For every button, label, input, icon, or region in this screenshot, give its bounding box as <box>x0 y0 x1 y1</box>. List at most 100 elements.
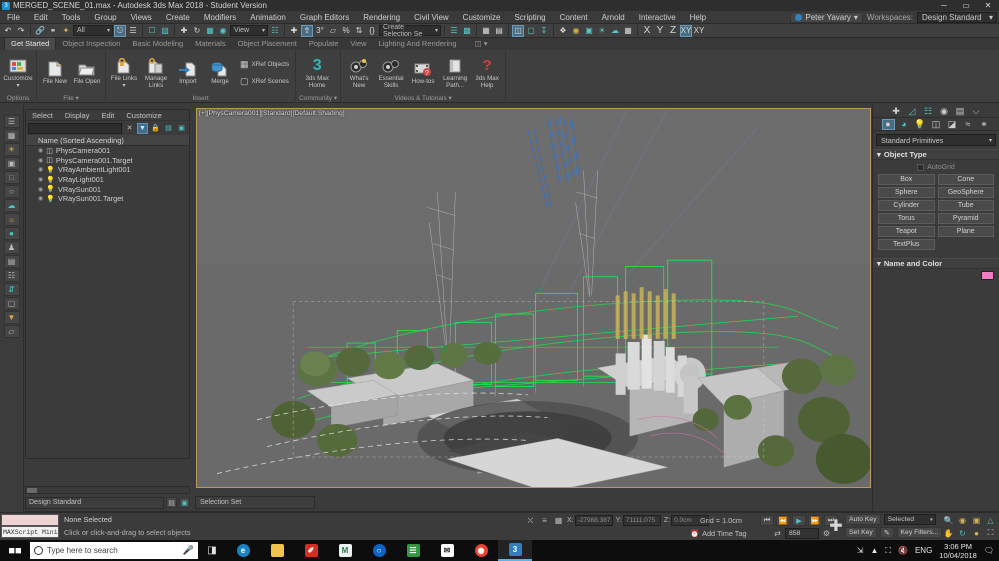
maximize-viewport-toggle-icon[interactable]: ⛶ <box>984 527 997 539</box>
cone-button[interactable]: Cone <box>938 174 995 185</box>
search-input[interactable]: Type here to search 🎤 <box>30 542 198 559</box>
menu-help[interactable]: Help <box>683 11 713 24</box>
taskbar-app-pdf[interactable]: ✐ <box>294 540 328 561</box>
scrollbar-thumb[interactable] <box>27 488 37 493</box>
coordinate-x-field[interactable]: -27988.387 <box>575 515 613 526</box>
previous-frame-button[interactable]: ⏪ <box>776 515 790 526</box>
display-tab[interactable]: ▤ <box>954 106 967 117</box>
xref-scenes-button[interactable]: ▢ XRef Scenes <box>237 74 292 89</box>
systems-icon[interactable]: ⚭ <box>978 119 991 130</box>
select-and-link-icon[interactable]: 🔗 <box>34 25 46 37</box>
axis-constraint-xy2-button[interactable]: XY <box>693 25 705 37</box>
render-production-icon[interactable]: ☁ <box>609 25 621 37</box>
file-new-button[interactable]: File New <box>40 59 70 87</box>
spacing-tool-icon[interactable]: ⇵ <box>4 283 20 296</box>
visibility-icon[interactable]: ◉ <box>38 147 43 154</box>
menu-civil-view[interactable]: Civil View <box>407 11 456 24</box>
absolute-relative-mode-icon[interactable]: ≡ <box>539 515 550 526</box>
visibility-icon[interactable]: ◉ <box>38 157 43 164</box>
angle-snap-toggle-icon[interactable]: 3° <box>314 25 326 37</box>
cameras-icon[interactable]: ◫ <box>930 119 943 130</box>
named-selection-set-input[interactable]: Create Selection Se ▾ <box>379 25 441 36</box>
render-setup-icon[interactable]: ▣ <box>583 25 595 37</box>
ribbon-tab-object-inspection[interactable]: Object Inspection <box>56 38 126 50</box>
taskbar-app-mail[interactable]: ✉ <box>430 540 464 561</box>
file-links-button[interactable]: File Links ▾ <box>109 56 139 90</box>
viewport-label[interactable]: [+][PhysCamera001][Standard][Default Sha… <box>199 110 345 117</box>
modify-tab[interactable]: ◿ <box>906 106 919 117</box>
scene-explorer-column-header[interactable]: Name (Sorted Ascending) <box>26 135 189 146</box>
scene-explorer-menu-display[interactable]: Display <box>59 111 96 120</box>
list-item[interactable]: ◉ 💡 VRaySun001.Target <box>26 194 189 204</box>
visibility-icon[interactable]: ◉ <box>38 166 43 173</box>
add-layer-icon[interactable]: ▣ <box>179 497 190 508</box>
array-icon[interactable]: ☷ <box>4 269 20 282</box>
walkthrough-icon[interactable]: ● <box>970 527 983 539</box>
task-view-button[interactable]: ◨ <box>198 540 226 561</box>
menu-customize[interactable]: Customize <box>456 11 508 24</box>
scene-explorer-menu-customize[interactable]: Customize <box>120 111 167 120</box>
clear-search-icon[interactable]: ✕ <box>124 123 135 134</box>
list-item[interactable]: ◉ 💡 VRayLight001 <box>26 175 189 185</box>
select-and-scale-icon[interactable]: ▦ <box>204 25 216 37</box>
ribbon-tab-object-placement[interactable]: Object Placement <box>232 38 303 50</box>
menu-rendering[interactable]: Rendering <box>356 11 407 24</box>
project-folder-icon[interactable]: ❖ <box>557 25 569 37</box>
layer-icon[interactable]: ▤ <box>166 497 177 508</box>
undo-icon[interactable]: ↶ <box>2 25 14 37</box>
camera-list-icon[interactable]: ▣ <box>4 157 20 170</box>
show-hidden-icons-icon[interactable]: ▲ <box>870 546 878 555</box>
clone-icon[interactable]: ▢ <box>4 297 20 310</box>
scene-explorer-search-input[interactable] <box>28 123 122 134</box>
layer-manager-icon[interactable]: ▦ <box>4 129 20 142</box>
taskbar-app-3ds-max[interactable]: 3 <box>498 540 532 561</box>
lock-icon[interactable]: 🔒 <box>150 123 161 134</box>
axis-constraint-xy-button[interactable]: XY <box>680 25 692 37</box>
scene-explorer-icon[interactable]: ▤ <box>493 25 505 37</box>
key-mode-select[interactable]: Selected ▾ <box>884 514 936 525</box>
file-open-button[interactable]: File Open <box>72 59 102 87</box>
lights-icon[interactable]: 💡 <box>914 119 927 130</box>
menu-create[interactable]: Create <box>159 11 197 24</box>
play-animation-button[interactable]: ▶ <box>792 515 806 526</box>
pyramid-button[interactable]: Pyramid <box>938 213 995 224</box>
volume-mute-icon[interactable]: 🔇 <box>898 546 908 555</box>
rendered-frame-window-icon[interactable]: ☀ <box>596 25 608 37</box>
coordinate-display-icon[interactable]: ▦ <box>553 515 564 526</box>
tube-button[interactable]: Tube <box>938 200 995 211</box>
start-button[interactable]: ■■ <box>0 540 30 561</box>
learning-path-button[interactable]: Learning Path... <box>440 56 470 90</box>
ribbon-tab-get-started[interactable]: Get Started <box>4 37 56 50</box>
object-type-rollout-header[interactable]: ▾ Object Type <box>873 149 999 160</box>
light-lister-icon[interactable]: ☀ <box>4 143 20 156</box>
populate-icon[interactable]: ♟ <box>4 241 20 254</box>
pan-view-icon[interactable]: ✋ <box>942 527 955 539</box>
taskbar-app-excel[interactable]: ☰ <box>396 540 430 561</box>
zoom-all-icon[interactable]: ◉ <box>956 514 969 526</box>
snapshot-icon[interactable]: ▤ <box>4 255 20 268</box>
ribbon-tab-lighting-and-rendering[interactable]: Lighting And Rendering <box>373 38 463 50</box>
percent-snap-toggle-icon[interactable]: ▱ <box>327 25 339 37</box>
curve-editor-icon[interactable]: ▢ <box>525 25 537 37</box>
whats-new-button[interactable]: What's New <box>344 56 374 90</box>
autogrid-checkbox[interactable]: AutoGrid <box>878 162 994 172</box>
rectangular-selection-region-icon[interactable]: ☐ <box>146 25 158 37</box>
scene-explorer-horizontal-scrollbar[interactable] <box>25 486 190 494</box>
axis-constraint-x-button[interactable]: X <box>641 25 653 37</box>
geometry-icon[interactable]: ● <box>882 119 895 130</box>
helpers-icon[interactable]: ◪ <box>946 119 959 130</box>
create-tab[interactable]: ✚ <box>890 106 903 117</box>
workspace-select[interactable]: Design Standard ▾ <box>917 12 997 23</box>
selection-lock-toggle-icon[interactable]: ⛌ <box>525 515 536 526</box>
collapse-all-icon[interactable]: ▣ <box>176 123 187 134</box>
ribbon-tab-basic-modeling[interactable]: Basic Modeling <box>126 38 189 50</box>
visibility-icon[interactable]: ◉ <box>38 195 43 202</box>
ribbon-tab-populate[interactable]: Populate <box>303 38 345 50</box>
box-button[interactable]: Box <box>878 174 935 185</box>
merge-button[interactable]: Merge <box>205 59 235 87</box>
primitive-category-select[interactable]: Standard Primitives ▾ <box>876 134 996 146</box>
list-item[interactable]: ◉ 💡 VRayAmbientLight001 <box>26 165 189 175</box>
menu-views[interactable]: Views <box>124 11 159 24</box>
current-frame-field[interactable]: 858 <box>785 528 819 539</box>
cylinder-button[interactable]: Cylinder <box>878 200 935 211</box>
